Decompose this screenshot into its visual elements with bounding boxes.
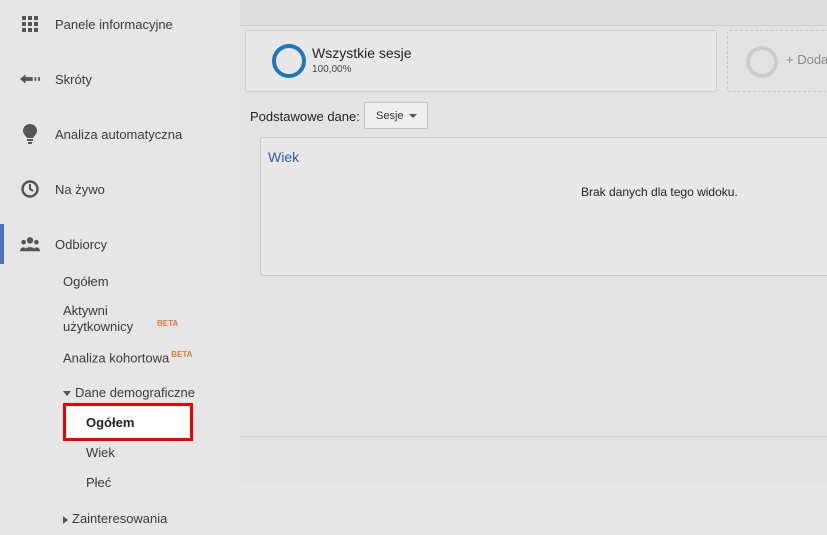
empty-segment-ring-icon <box>746 46 778 78</box>
segment-value: 100,00% <box>312 64 352 75</box>
primary-dimension-value: Sesje <box>376 109 404 122</box>
add-segment-label: + Doda <box>786 52 827 67</box>
sidebar-subitem-demographics-overview[interactable]: Ogółem <box>63 403 193 441</box>
main-content: Wszystkie sesje 100,00% + Doda Podstawow… <box>240 0 827 482</box>
sidebar-item-dashboards[interactable]: Panele informacyjne <box>0 4 240 44</box>
lightbulb-icon <box>20 124 40 144</box>
cohort-label: Analiza kohortowa <box>63 350 170 366</box>
sidebar-subitem-cohort[interactable]: Analiza kohortowa BETA <box>63 350 192 365</box>
clock-icon <box>20 179 40 199</box>
people-icon <box>20 234 40 254</box>
sidebar-item-intelligence[interactable]: Analiza automatyczna <box>0 114 240 154</box>
sidebar-subitem-interests[interactable]: Zainteresowania <box>63 511 167 526</box>
empty-message: Brak danych dla tego widoku. <box>581 185 738 199</box>
segment-ring-icon <box>272 44 306 78</box>
sidebar-subitem-gender[interactable]: Płeć <box>86 475 111 490</box>
sidebar-item-audience[interactable]: Odbiorcy <box>0 224 240 264</box>
sidebar-subitem-overview[interactable]: Ogółem <box>63 274 109 289</box>
shortcut-arrow-icon <box>20 69 40 89</box>
active-users-label: Aktywni użytkownicy <box>63 303 134 334</box>
segment-card[interactable]: Wszystkie sesje 100,00% <box>245 30 717 92</box>
chevron-down-icon <box>409 114 417 118</box>
chevron-right-icon <box>63 515 68 524</box>
sidebar-subitem-age[interactable]: Wiek <box>86 445 115 460</box>
divider <box>240 436 827 437</box>
panel-title[interactable]: Wiek <box>268 149 299 165</box>
beta-badge: BETA <box>171 350 193 359</box>
age-panel: Wiek Brak danych dla tego widoku. <box>260 137 827 276</box>
footer-strip <box>240 482 827 535</box>
sidebar-item-label: Odbiorcy <box>55 236 108 252</box>
primary-dimension-select[interactable]: Sesje <box>364 102 428 129</box>
chevron-down-icon <box>63 391 71 397</box>
sidebar-subitem-demographics[interactable]: Dane demograficzne <box>63 385 195 400</box>
demographics-label: Dane demograficzne <box>75 385 195 400</box>
interests-label: Zainteresowania <box>72 511 168 526</box>
sidebar-item-shortcuts[interactable]: Skróty <box>0 59 240 99</box>
demographics-overview-label: Ogółem <box>86 414 135 430</box>
primary-dimension-label: Podstawowe dane: <box>250 109 360 124</box>
sidebar: Panele informacyjne Skróty Analiza autom… <box>0 0 240 535</box>
top-strip <box>240 0 827 26</box>
sidebar-item-realtime[interactable]: Na żywo <box>0 169 240 209</box>
add-segment-card[interactable]: + Doda <box>727 30 827 92</box>
sidebar-item-label: Na żywo <box>55 181 105 197</box>
segment-title: Wszystkie sesje <box>312 45 412 61</box>
dashboard-grid-icon <box>20 14 40 34</box>
sidebar-item-label: Analiza automatyczna <box>55 126 183 142</box>
sidebar-item-label: Skróty <box>55 71 92 87</box>
sidebar-subitem-active-users[interactable]: Aktywni użytkownicy BETA <box>63 303 203 335</box>
sidebar-item-label: Panele informacyjne <box>55 16 173 32</box>
beta-badge: BETA <box>157 318 179 328</box>
